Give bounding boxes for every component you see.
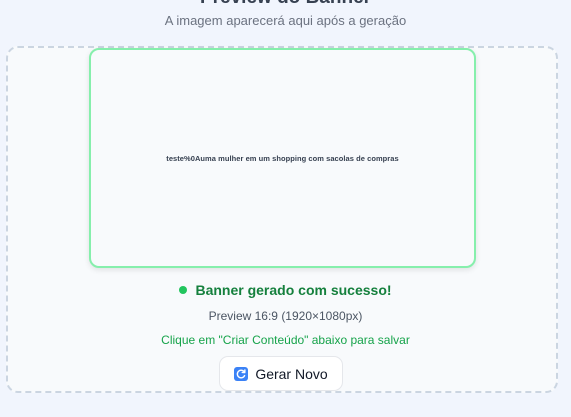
banner-image-text: teste%0Auma mulher em um shopping com sa…	[166, 153, 399, 163]
status-line: Banner gerado com sucesso!	[0, 282, 571, 298]
section-subtitle: A imagem aparecerá aqui após a geração	[164, 13, 407, 28]
save-hint: Clique em "Criar Conteúdo" abaixo para s…	[161, 333, 410, 347]
status-message: Banner gerado com sucesso!	[195, 282, 392, 298]
preview-dimensions: Preview 16:9 (1920×1080px)	[208, 309, 363, 323]
banner-preview-image: teste%0Auma mulher em um shopping com sa…	[89, 48, 476, 268]
refresh-icon	[234, 366, 249, 381]
regenerate-button-label: Gerar Novo	[255, 365, 328, 382]
regenerate-button[interactable]: Gerar Novo	[219, 356, 343, 391]
success-dot-icon	[179, 286, 188, 294]
section-title: Preview do Banner	[0, 0, 571, 9]
